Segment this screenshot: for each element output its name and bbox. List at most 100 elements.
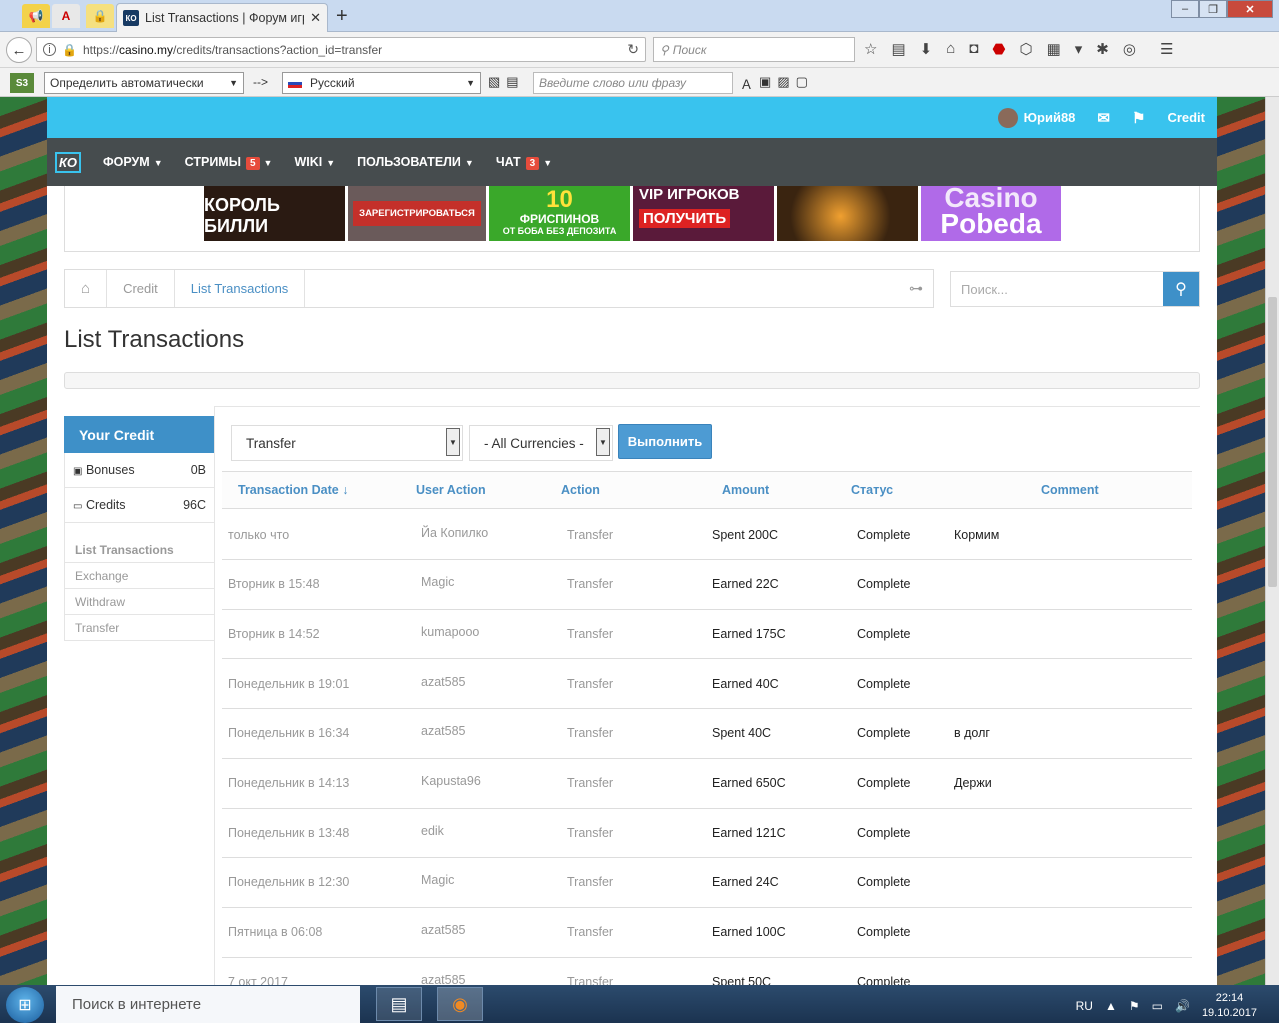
currency-select[interactable]: - All Currencies - ▼ — [469, 425, 613, 461]
column-header-comment[interactable]: Comment — [1041, 483, 1099, 497]
column-header-amount[interactable]: Amount — [722, 483, 769, 497]
nav-item-chat[interactable]: ЧАТ 3 ▼ — [496, 155, 552, 170]
translate-from-select[interactable]: Определить автоматически ▼ — [44, 72, 244, 94]
taskbar-search[interactable]: Поиск в интернете — [56, 986, 360, 1023]
close-window-button[interactable]: ✕ — [1227, 0, 1273, 18]
row-user[interactable]: Йа Копилко — [421, 526, 488, 540]
nav-item-wiki[interactable]: WIKI ▼ — [294, 155, 335, 169]
user-menu[interactable]: Юрий88 — [997, 107, 1075, 128]
nav-item-forum[interactable]: ФОРУМ ▼ — [103, 155, 163, 169]
chevron-down-icon: ▼ — [596, 428, 610, 456]
row-date: Понедельник в 16:34 — [228, 726, 350, 741]
info-icon[interactable]: i — [43, 43, 56, 56]
submit-button[interactable]: Выполнить — [618, 424, 712, 459]
bookmark-star-icon[interactable]: ☆ — [864, 40, 877, 58]
translate-to-value: Русский — [310, 76, 355, 90]
row-user[interactable]: kumapooo — [421, 625, 479, 639]
tray-expand-icon[interactable]: ▲ — [1105, 999, 1117, 1013]
active-tab[interactable]: КО List Transactions | Форум игр ✕ — [116, 3, 328, 32]
taskbar-app[interactable]: ◉ — [437, 987, 483, 1021]
new-tab-button[interactable]: + — [336, 5, 348, 28]
row-amount: Earned 24C — [712, 875, 779, 890]
dictionary-icon[interactable]: Ａ — [740, 74, 753, 93]
flag-icon[interactable]: ⚑ — [1132, 109, 1145, 127]
row-user[interactable]: edik — [421, 824, 444, 838]
credit-link[interactable]: Credit — [1167, 110, 1205, 125]
action-select[interactable]: Transfer ▼ — [231, 425, 463, 461]
column-header-date[interactable]: Transaction Date ↓ — [238, 483, 348, 497]
translate-page-icon[interactable]: ▧ — [488, 74, 500, 90]
row-user[interactable]: azat585 — [421, 923, 465, 937]
translate-to-select[interactable]: Русский ▼ — [282, 72, 481, 94]
banner-text: КОРОЛЬ БИЛЛИ — [204, 195, 280, 236]
adblock-icon[interactable]: ⬣ — [992, 40, 1005, 58]
minimize-button[interactable]: – — [1171, 0, 1199, 18]
translate-text-icon[interactable]: ▨ — [777, 74, 789, 93]
banner-ad[interactable] — [777, 186, 918, 241]
pinned-tab[interactable]: 📢 — [22, 4, 50, 28]
page-scrollbar[interactable] — [1265, 97, 1279, 985]
sync-icon[interactable]: ◎ — [1123, 40, 1136, 58]
breadcrumb-item[interactable]: Credit — [107, 270, 175, 307]
s3-extension-icon[interactable]: ▦ — [1047, 40, 1061, 58]
home-icon[interactable]: ⌂ — [946, 40, 955, 58]
banner-ad[interactable]: ЗАРЕГИСТРИРОВАТЬСЯ — [348, 186, 486, 241]
action-center-icon[interactable]: ⚑ — [1129, 999, 1140, 1013]
row-user[interactable]: Magic — [421, 873, 454, 887]
browser-search-box[interactable]: ⚲ Поиск — [653, 37, 855, 62]
volume-icon[interactable]: 🔊 — [1175, 999, 1190, 1013]
banner-ad[interactable]: VIP ИГРОКОВ ПОЛУЧИТЬ — [633, 186, 774, 241]
extension-icon[interactable]: ⬡ — [1019, 40, 1032, 58]
row-user[interactable]: azat585 — [421, 724, 465, 738]
banner-ad[interactable]: 10 ФРИСПИНОВ ОТ БОБА БЕЗ ДЕПОЗИТА — [489, 186, 630, 241]
reading-list-icon[interactable]: ▤ — [891, 40, 905, 58]
language-indicator[interactable]: RU — [1076, 999, 1093, 1013]
pinned-tab[interactable]: 🔒 — [86, 4, 114, 28]
column-header-user[interactable]: User Action — [416, 483, 486, 497]
row-status: Complete — [857, 726, 911, 741]
dropdown-icon[interactable]: ▾ — [1075, 40, 1083, 58]
clock[interactable]: 22:14 19.10.2017 — [1202, 991, 1257, 1021]
breadcrumb-home[interactable]: ⌂ — [65, 270, 108, 307]
page-search-input[interactable]: Поиск... — [951, 272, 1163, 306]
close-tab-icon[interactable]: ✕ — [310, 10, 321, 26]
puzzle-icon[interactable]: ✱ — [1096, 40, 1109, 58]
url-bar[interactable]: i 🔒 https://casino.my/credits/transactio… — [36, 37, 646, 62]
row-user[interactable]: azat585 — [421, 973, 465, 985]
banner-ad[interactable]: Casino Pobeda — [921, 184, 1061, 241]
pocket-icon[interactable]: ◘ — [969, 40, 978, 58]
translate-list-icon[interactable]: ▤ — [506, 74, 518, 90]
settings-doc-icon[interactable]: ▢ — [796, 74, 808, 93]
clipboard-icon[interactable]: ▣ — [759, 74, 771, 93]
back-button[interactable]: ← — [6, 37, 32, 63]
column-header-action[interactable]: Action — [561, 483, 600, 497]
search-button[interactable]: ⚲ — [1163, 272, 1199, 306]
download-icon[interactable]: ⬇ — [920, 40, 933, 58]
start-button[interactable]: ⊞ — [6, 987, 44, 1023]
site-logo[interactable]: КО — [55, 151, 81, 173]
taskbar-app[interactable]: ▤ — [376, 987, 422, 1021]
nav-item-streams[interactable]: СТРИМЫ 5 ▼ — [185, 155, 272, 170]
row-user[interactable]: Kapusta96 — [421, 774, 481, 788]
scrollbar-thumb[interactable] — [1268, 297, 1277, 587]
pinned-tab[interactable]: A — [52, 4, 80, 28]
breadcrumb-current[interactable]: List Transactions — [175, 270, 306, 307]
row-user[interactable]: azat585 — [421, 675, 465, 689]
reload-icon[interactable]: ↻ — [627, 41, 639, 58]
table-row: Пятница в 06:08 azat585 Transfer Earned 100… — [222, 908, 1192, 958]
envelope-icon[interactable]: ✉ — [1097, 109, 1110, 127]
nav-item-users[interactable]: ПОЛЬЗОВАТЕЛИ ▼ — [357, 155, 474, 169]
sidebar-link-transfer[interactable]: Transfer — [64, 615, 214, 641]
translate-input[interactable]: Введите слово или фразу — [533, 72, 733, 94]
sidebar-link-exchange[interactable]: Exchange — [64, 563, 214, 589]
row-user[interactable]: Magic — [421, 575, 454, 589]
column-header-status[interactable]: Статус — [851, 483, 893, 497]
s3-translate-icon[interactable]: S3 — [10, 73, 34, 93]
banner-ad[interactable]: КОРОЛЬ БИЛЛИ — [204, 186, 345, 241]
maximize-button[interactable]: ❐ — [1199, 0, 1227, 18]
network-icon[interactable]: ▭ — [1152, 999, 1163, 1013]
sidebar-link-withdraw[interactable]: Withdraw — [64, 589, 214, 615]
sitemap-icon[interactable]: ⊶ — [909, 280, 923, 297]
menu-icon[interactable]: ☰ — [1160, 40, 1173, 58]
sidebar-link-list-transactions[interactable]: List Transactions — [64, 537, 214, 563]
